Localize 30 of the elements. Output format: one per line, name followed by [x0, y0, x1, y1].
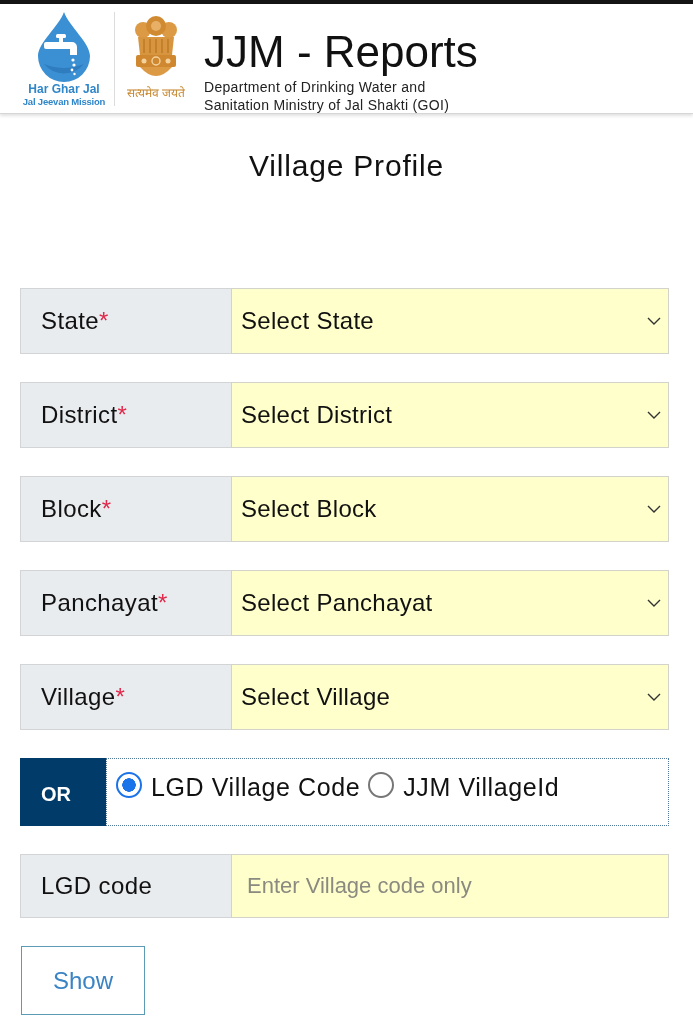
chevron-down-icon	[647, 599, 661, 607]
field-label: Block*	[20, 476, 231, 542]
field-label: LGD code	[20, 854, 231, 918]
dropdown-select[interactable]: Select State	[231, 288, 669, 354]
show-button[interactable]: Show	[21, 946, 145, 1015]
field-label: State*	[20, 288, 231, 354]
chevron-down-icon	[647, 317, 661, 325]
app-subtitle: Department of Drinking Water and Sanitation Ministry of Jal Shakti (GOI)	[204, 78, 451, 114]
field-label: District*	[20, 382, 231, 448]
radio-label[interactable]: LGD Village Code	[151, 773, 361, 802]
radio-button[interactable]	[116, 771, 142, 798]
emblem-motto: सत्यमेव जयते	[126, 85, 186, 101]
logo-title: Har Ghar Jal	[28, 83, 100, 96]
logo-subtitle: Jal Jeevan Mission	[22, 96, 106, 107]
radio-button[interactable]	[368, 771, 395, 798]
dropdown-select[interactable]: Select Panchayat	[231, 570, 669, 636]
field-label: Panchayat*	[20, 570, 231, 636]
app-title: JJM - Reports	[204, 26, 479, 78]
code-input-field[interactable]: Enter Village code only	[231, 854, 669, 918]
page-title: Village Profile	[249, 148, 444, 184]
dropdown-select[interactable]: Select Block	[231, 476, 669, 542]
radio-label[interactable]: JJM VillageId	[403, 773, 560, 802]
chevron-down-icon	[647, 411, 661, 419]
chevron-down-icon	[647, 693, 661, 701]
chevron-down-icon	[647, 505, 661, 513]
field-label: Village*	[20, 664, 231, 730]
dropdown-select[interactable]: Select Village	[231, 664, 669, 730]
water-drop-tap-icon	[38, 12, 90, 82]
or-label: OR	[20, 758, 106, 826]
dropdown-select[interactable]: Select District	[231, 382, 669, 448]
